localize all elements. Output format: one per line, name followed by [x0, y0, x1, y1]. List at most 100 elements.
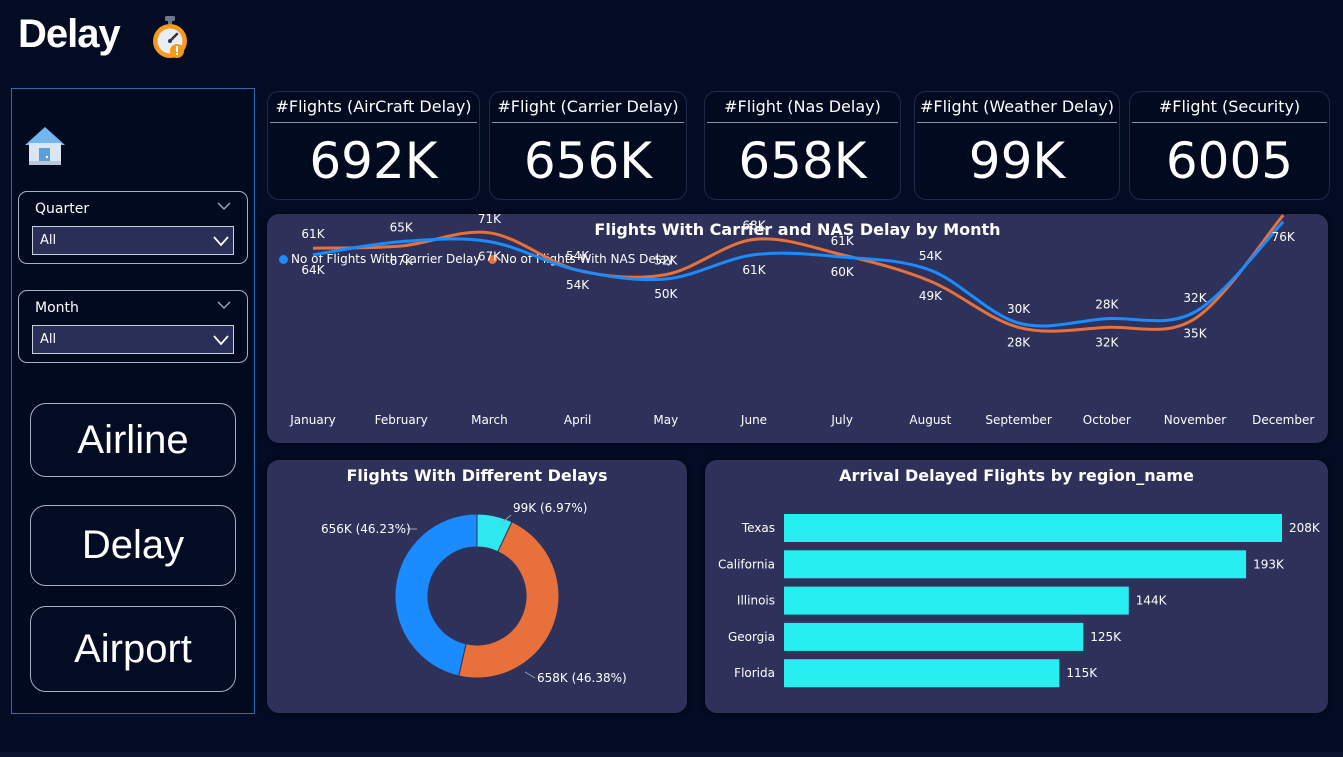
bar-chart: Texas 208K California 193K Illinois 144K Georg… — [718, 514, 1321, 688]
leader-line — [524, 671, 536, 679]
x-tick-label: October — [1083, 413, 1131, 427]
data-label: 52K — [654, 254, 678, 268]
quarter-dropdown-value: All — [40, 233, 57, 248]
kpi-title: #Flight (Weather Delay) — [920, 97, 1114, 116]
bar-data-label: 125K — [1090, 630, 1122, 644]
kpi-card-nas-delay: #Flight (Nas Delay) 658K — [704, 91, 901, 200]
airline-nav-button[interactable]: Airline — [30, 403, 236, 477]
donut-chart: 656K (46.23%) 99K (6.97%) 658K (46.38%) — [321, 501, 627, 685]
chevron-down-icon[interactable] — [217, 201, 231, 211]
data-label: 32K — [1183, 291, 1207, 305]
month-dropdown[interactable]: All — [32, 325, 234, 354]
kpi-value: 692K — [309, 132, 438, 190]
sidebar: Quarter All Month All Airline Delay Airp… — [11, 88, 255, 714]
nas-delay-line — [312, 214, 1285, 333]
quarter-slicer-label: Quarter — [35, 201, 90, 217]
kpi-title: #Flights (AirCraft Delay) — [275, 97, 472, 116]
bar — [784, 659, 1060, 688]
x-tick-label: December — [1252, 413, 1314, 427]
donut-chart-panel: Flights With Different Delays 656K (46.2… — [267, 460, 687, 713]
x-tick-label: May — [653, 413, 678, 427]
x-tick-label: March — [471, 413, 508, 427]
x-tick-label: June — [740, 413, 767, 427]
x-tick-label: February — [375, 413, 428, 427]
divider — [1132, 122, 1327, 123]
chevron-down-icon — [213, 335, 229, 346]
y-tick-label: Texas — [741, 521, 775, 535]
kpi-value: 99K — [968, 132, 1066, 190]
y-tick-label: Illinois — [737, 594, 775, 608]
x-tick-label: November — [1164, 413, 1226, 427]
bar-data-label: 208K — [1289, 521, 1321, 535]
x-tick-label: January — [289, 413, 336, 427]
x-tick-label: August — [909, 413, 951, 427]
data-label: 60K — [831, 265, 855, 279]
line-chart: 61K 64K January 65K 67K February 71K 67K March 54… — [289, 214, 1314, 427]
line-chart-panel: Flights With Carrier and NAS Delay by Mo… — [267, 214, 1328, 443]
home-icon[interactable] — [23, 125, 67, 167]
data-label: 71K — [478, 214, 502, 226]
month-slicer-label: Month — [35, 300, 79, 316]
kpi-value: 656K — [523, 132, 653, 190]
data-label: 35K — [1183, 327, 1207, 341]
x-tick-label: September — [985, 413, 1051, 427]
data-label: 54K — [566, 249, 590, 263]
data-label: 61K — [742, 263, 766, 277]
bar-data-label: 144K — [1136, 594, 1168, 608]
slice-data-label: 99K (6.97%) — [513, 501, 587, 515]
bar — [784, 514, 1282, 542]
slice-data-label: 658K (46.38%) — [537, 671, 627, 685]
carrier-delay-slice — [394, 513, 478, 677]
data-label: 30K — [1007, 302, 1031, 316]
y-tick-label: Florida — [734, 666, 775, 680]
kpi-card-carrier-delay: #Flight (Carrier Delay) 656K — [489, 91, 687, 200]
data-label: 28K — [1007, 335, 1031, 349]
page-footer-strip — [0, 752, 1343, 757]
kpi-title: #Flight (Security) — [1158, 97, 1301, 116]
bar-chart-panel: Arrival Delayed Flights by region_name T… — [705, 460, 1328, 713]
slice-data-label: 656K (46.23%) — [321, 522, 411, 536]
data-label: 67K — [390, 254, 414, 268]
chevron-down-icon[interactable] — [217, 300, 231, 310]
data-label: 67K — [478, 250, 502, 264]
carrier-delay-line — [312, 220, 1285, 328]
bar-data-label: 115K — [1066, 666, 1098, 680]
divider — [270, 122, 477, 123]
quarter-slicer: Quarter All — [18, 191, 248, 264]
data-label: 50K — [654, 287, 678, 301]
chevron-down-icon — [213, 236, 229, 247]
data-label: 49K — [919, 289, 943, 303]
x-tick-label: April — [564, 413, 591, 427]
data-label: 54K — [566, 278, 590, 292]
y-tick-label: Georgia — [728, 630, 775, 644]
data-label: 28K — [1095, 298, 1119, 312]
kpi-title: #Flight (Carrier Delay) — [497, 97, 679, 116]
divider — [707, 122, 898, 123]
y-tick-label: California — [718, 557, 775, 571]
delay-nav-button[interactable]: Delay — [30, 505, 236, 586]
data-label: 65K — [390, 221, 414, 235]
page-title: Delay — [18, 12, 121, 56]
bar — [784, 586, 1129, 615]
data-label: 61K — [831, 234, 855, 248]
bar-data-label: 193K — [1253, 557, 1285, 571]
data-label: 68K — [742, 218, 766, 232]
airport-nav-button[interactable]: Airport — [30, 606, 236, 692]
kpi-card-security: #Flight (Security) 6005 — [1129, 91, 1330, 200]
kpi-value: 658K — [738, 132, 867, 190]
month-dropdown-value: All — [40, 332, 57, 347]
data-label: 64K — [301, 263, 325, 277]
quarter-dropdown[interactable]: All — [32, 226, 234, 255]
data-label: 32K — [1095, 335, 1119, 349]
data-label: 54K — [919, 249, 943, 263]
month-slicer: Month All — [18, 290, 248, 363]
kpi-title: #Flight (Nas Delay) — [724, 97, 881, 116]
data-label: 61K — [301, 227, 325, 241]
kpi-card-aircraft-delay: #Flights (AirCraft Delay) 692K — [267, 91, 480, 200]
divider — [492, 122, 684, 123]
bar — [784, 550, 1247, 579]
stopwatch-icon — [153, 16, 187, 58]
kpi-card-weather-delay: #Flight (Weather Delay) 99K — [914, 91, 1120, 200]
data-label: 76K — [1272, 230, 1296, 244]
bar — [784, 622, 1084, 651]
